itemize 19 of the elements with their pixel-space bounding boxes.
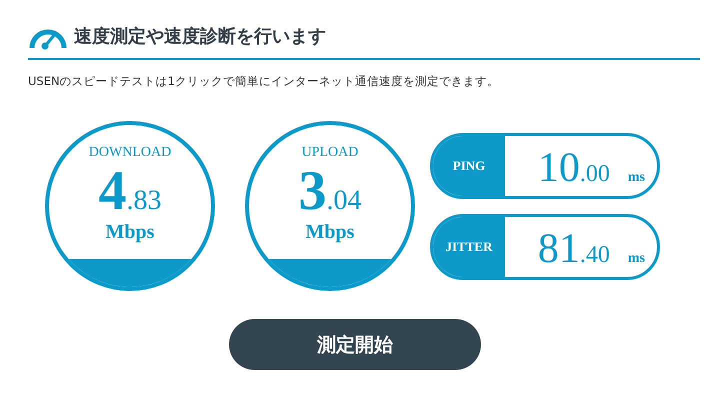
gauge-label: DOWNLOAD [88, 145, 172, 161]
gauge-label: UPLOAD [302, 145, 358, 161]
speed-unit: Mbps [306, 221, 354, 244]
metric-unit: ms [628, 250, 645, 266]
metric-integer: 81 [538, 224, 580, 272]
speed-decimal: .83 [126, 187, 162, 215]
metric-label: PING [433, 136, 505, 196]
page-heading: 速度測定や速度診断を行います [74, 25, 326, 48]
description-text: USENのスピードテストは1クリックで簡単にインターネット通信速度を測定できます。 [28, 74, 500, 89]
metric-unit: ms [628, 170, 645, 186]
start-button[interactable]: 測定開始 [229, 319, 481, 370]
speed-integer: 4 [98, 163, 126, 219]
speed-integer: 3 [298, 163, 326, 219]
metric-integer: 10 [538, 144, 580, 192]
speed-decimal: .04 [326, 187, 362, 215]
metric-decimal: .00 [580, 160, 610, 188]
metric-decimal: .40 [580, 242, 610, 268]
speed-unit: Mbps [106, 221, 154, 244]
metric-label: JITTER [433, 216, 505, 276]
